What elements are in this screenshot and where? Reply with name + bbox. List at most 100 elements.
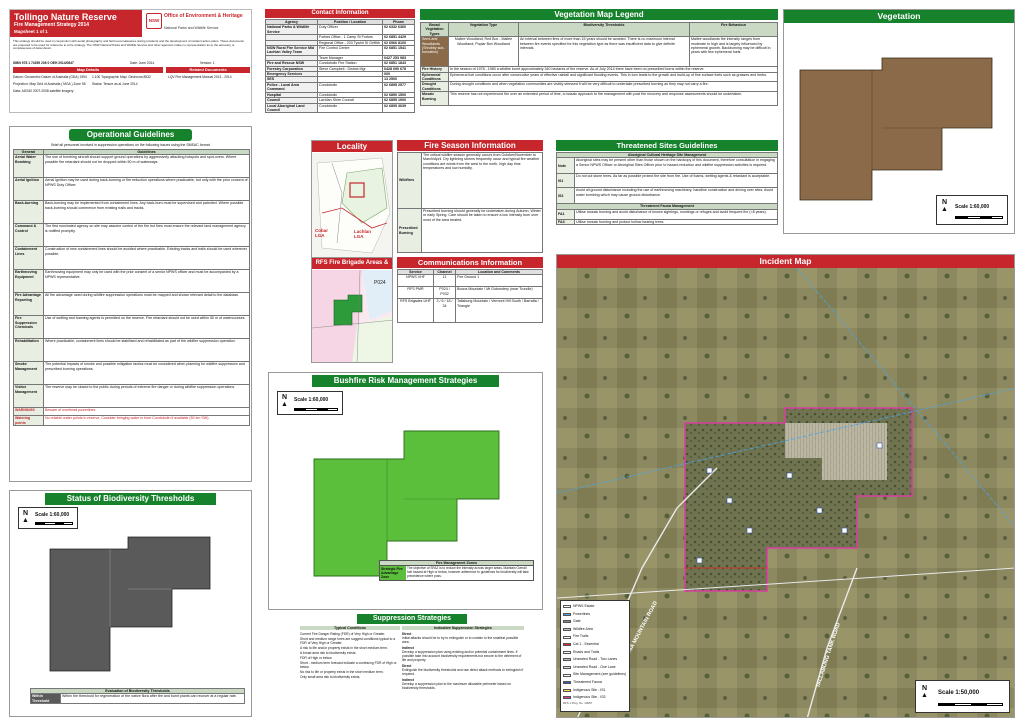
rfs-map: P024 xyxy=(312,270,392,362)
threatened-panel: Threatened Sites Guidelines Aboriginal C… xyxy=(556,140,778,246)
operational-table: General Guidelines Aerial Water Bombing T… xyxy=(13,148,250,427)
legend-swatch-icon xyxy=(563,628,571,632)
fire-season-title: Fire Season Information xyxy=(397,140,543,151)
wildfire-text: The critical wildfire season generally o… xyxy=(421,152,543,209)
doc-number: ISBN 978 1 74359 206 0 OEH 2014/0847 xyxy=(13,61,74,65)
operational-row-label: Fire Advantage Reporting xyxy=(13,292,44,317)
typical-item: Current Fire Danger Rating (FDR) of Very… xyxy=(300,632,386,636)
operational-row-text: The reserve may be closed to the public … xyxy=(43,384,250,409)
agency-sub: National Parks and Wildlife Service xyxy=(164,26,219,30)
operational-row: WARNINGS Beware of overhead powerlines xyxy=(13,407,250,417)
related-doc: LQV Fire Management Manual 2013 - 2014 xyxy=(168,75,232,79)
comms-channel: 3 / 6 / 18 / 34 xyxy=(433,298,456,324)
doc-date: Date: June 2014 xyxy=(130,61,155,65)
operational-row-label: Fire Suppression Chemicals xyxy=(13,315,44,340)
operational-row-label: Back-burning xyxy=(13,200,44,225)
indicative-text: Extinguish the biodiversity thresholds a… xyxy=(402,668,524,676)
legend-swatch-icon xyxy=(563,620,571,624)
locality-title: Locality xyxy=(312,141,392,152)
bio-scale-label: Scale 1:60,000 xyxy=(35,512,70,518)
bio-reserve-map xyxy=(49,536,211,672)
contact-row: Fire and Rescue NSW Condobolin Fire Stati… xyxy=(265,60,415,67)
operational-row: Fire Advantage Reporting All fire advanta… xyxy=(13,292,250,317)
contact-agency: NSW Rural Fire Service Mid Lachlan Valle… xyxy=(265,45,318,56)
doc-version: Version: 1 xyxy=(200,61,215,65)
fa1-label: FA1 xyxy=(556,208,575,220)
incident-legend-item: Threatened Fauna xyxy=(563,679,627,687)
operational-row: Command & Control The first nominated age… xyxy=(13,223,250,248)
operational-row-text: No reliable water points in reserve. Con… xyxy=(43,415,250,427)
typical-item: Only small area risk to biodiversity exi… xyxy=(300,675,361,679)
contact-position: Regional Office - 203 Tywhit St Griffith xyxy=(317,39,383,47)
agency-name: Office of Environment & Heritage xyxy=(164,13,243,19)
bio-reserve-shape xyxy=(49,536,211,672)
operational-row-label: Command & Control xyxy=(13,223,44,248)
legend-swatch-icon xyxy=(563,658,571,662)
comms-service: NPWS VHF xyxy=(397,274,434,288)
operational-row-label: Aerial Ignition xyxy=(13,177,44,202)
contact-agency: National Parks & Wildlife Service xyxy=(265,24,318,36)
veg-col-behaviour: Fire Behaviour xyxy=(689,21,778,38)
bio-scale-box: N ▲ Scale 1:60,000 xyxy=(18,507,78,529)
veg-scale-box: N ▲ Scale 1:60,000 xyxy=(936,195,1008,225)
locality-panel: Locality Cobar LGA Lachlan LGA xyxy=(311,140,393,260)
sfaz-zone-shape xyxy=(313,430,500,577)
nsw-logo-icon: NSW xyxy=(146,13,162,29)
map-scale-topo: 1:100 Topographic Map: Gindoona 8532 xyxy=(92,75,151,79)
comms-location: Boona Mountain / Mt Gobondery (near Trun… xyxy=(455,286,543,300)
comms-location: Fire Ground 1 xyxy=(455,274,543,288)
legend-swatch-icon xyxy=(563,696,571,700)
legend-label: Indigenous Site - IS1 xyxy=(573,687,606,692)
contact-position: Duty Officer xyxy=(317,24,383,36)
map-details-header: Map Details xyxy=(13,67,163,73)
operational-row-label: Aerial Water Bombing xyxy=(13,154,44,179)
contact-agency: Local Aboriginal Land Council xyxy=(265,102,318,114)
suppression-title: Suppression Strategies xyxy=(356,614,468,624)
typical-item: Short - medium term forecast indicate a … xyxy=(300,661,397,669)
veg-col-thresholds: Biodiversity Thresholds xyxy=(518,21,690,38)
operational-row-text: Back-burning may be implemented from con… xyxy=(43,200,250,225)
bushfire-scale-bar-icon xyxy=(294,408,338,411)
indicative-header: Indicative Suppression Strategies xyxy=(402,626,524,630)
mosaic-text: This reserve has not experienced fire ov… xyxy=(448,91,778,107)
incident-legend-item: Fire Trails xyxy=(563,633,627,641)
scale-bar-icon xyxy=(35,522,73,525)
bushfire-legend-text: The objective of SFAZ is to reduce the i… xyxy=(407,566,529,578)
legend-label: Threatened Fauna xyxy=(573,679,602,684)
contact-row: NSW Rural Fire Service Mid Lachlan Valle… xyxy=(265,45,415,56)
veg-scale-bar-icon xyxy=(955,216,1003,219)
legend-label: Unsealed Road - Two Lanes xyxy=(573,657,618,662)
biodiversity-title: Status of Biodiversity Thresholds xyxy=(44,493,217,505)
disclaimer-text: This strategy should be used in conjunct… xyxy=(13,39,244,51)
map-datum: Datum: Geocentric Datum of Australia (GD… xyxy=(13,75,87,79)
operational-row: Earthmoving Equipment Earthmoving equipme… xyxy=(13,269,250,294)
operational-row-label: Earthmoving Equipment xyxy=(13,269,44,294)
operational-row: Back-burning Back-burning may be implemen… xyxy=(13,200,250,225)
drought-text: During drought conditions and when veget… xyxy=(448,81,778,93)
locality-label-cobar: Cobar LGA xyxy=(315,228,329,238)
threatened-table: Aboriginal Cultural Heritage Site Manage… xyxy=(556,151,778,226)
note-text: Aboriginal sites may be present other th… xyxy=(574,157,778,175)
contact-position: Condobolin xyxy=(317,102,383,114)
operational-row: Aerial Water Bombing The use of bombing a… xyxy=(13,154,250,179)
north-arrow-icon: N ▲ xyxy=(22,510,29,524)
map-projection: Projection: Map Grid of Australia ( MGA … xyxy=(13,82,86,86)
incident-legend-item: Cat 1 - Essential xyxy=(563,641,627,649)
contact-phone: 02 6332 6360 xyxy=(382,24,415,36)
legend-swatch-icon xyxy=(563,605,571,609)
operational-intro: Brief all personnel involved in suppress… xyxy=(51,143,210,147)
operational-panel: Operational Guidelines Brief all personn… xyxy=(9,126,252,482)
veg-row-behaviour: Mallee woodlands fire intensity ranges f… xyxy=(689,36,778,68)
bushfire-map xyxy=(313,430,500,577)
operational-row-label: Watering points xyxy=(13,415,44,427)
legend-label: Gate xyxy=(573,619,581,624)
suppression-panel: Suppression Strategies Typical Condition… xyxy=(300,614,524,718)
report-title: Tollingo Nature Reserve xyxy=(14,12,117,22)
operational-row-label: Smoke Management xyxy=(13,361,44,386)
fire-trail-note: RFS 1 Prog. No. 10087 xyxy=(563,700,593,705)
veg-row-label: Semi-arid Woodlands (Shrubby sub-formati… xyxy=(420,36,449,68)
typical-list: Current Fire Danger Rating (FDR) of Very… xyxy=(300,632,400,680)
contact-phone: 02 6851 1541 xyxy=(382,45,415,56)
contact-table: Agency Position / Location Phone Nationa… xyxy=(265,18,415,114)
vegetation-title: Vegetation xyxy=(784,10,1014,23)
